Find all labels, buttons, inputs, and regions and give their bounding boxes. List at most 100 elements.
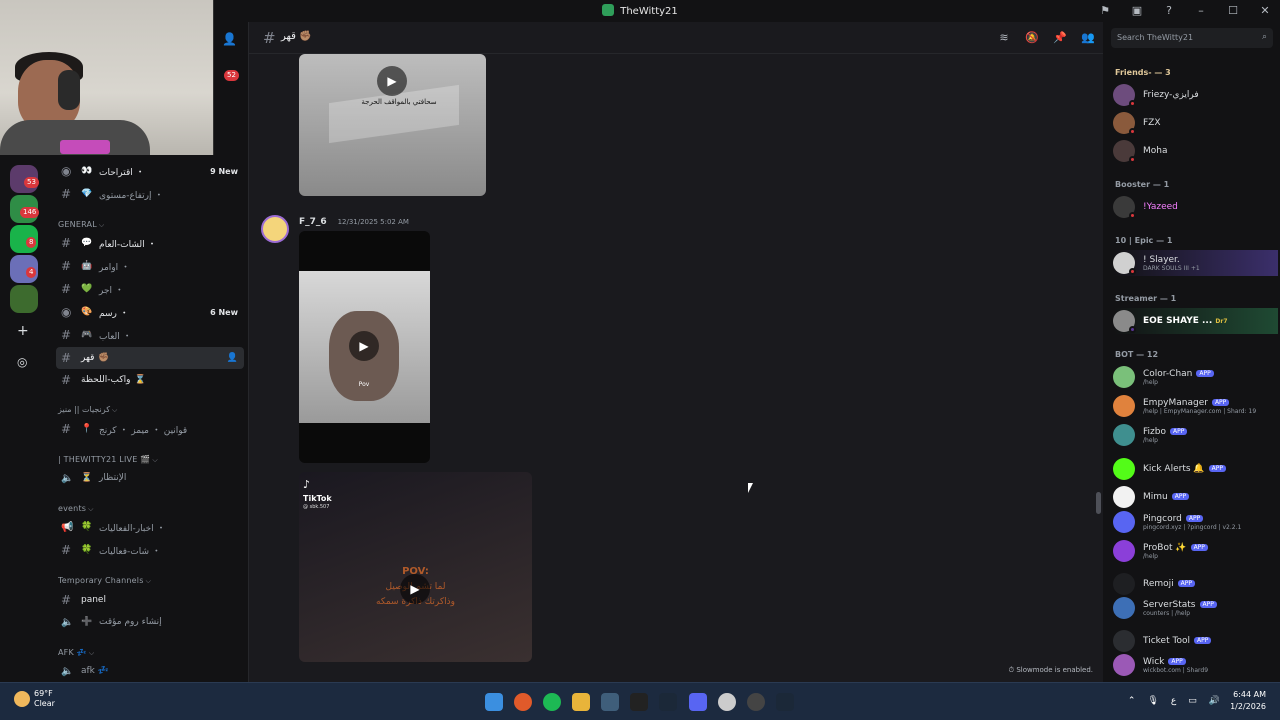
avatar [1113,654,1135,676]
category-memes[interactable]: كرنجيات || منيز ⌵ [58,405,117,415]
member-item[interactable]: ServerStats APP counters | /help [1113,595,1278,621]
category-general[interactable]: GENERAL ⌵ [58,220,104,230]
help-icon[interactable]: ? [1160,2,1178,20]
member-group-label: Streamer — 1 [1115,294,1177,303]
epic-icon[interactable] [630,693,648,711]
message-timestamp: 12/31/2025 5:02 AM [337,218,409,226]
play-icon[interactable]: ▶ [349,331,379,361]
channel-panel[interactable]: # panel [56,589,244,611]
network-icon[interactable]: ▭ [1188,696,1197,706]
category-afk[interactable]: AFK 💤 ⌵ [58,648,94,658]
volume-icon[interactable]: 🔊 [1209,696,1220,706]
avatar [1113,630,1135,652]
avatar [1113,573,1135,595]
clock[interactable]: 6:44 AM 1/2/2026 [1230,689,1266,713]
minimize-button[interactable]: – [1192,2,1210,20]
channel-event-chat[interactable]: # 🍀 شات-فعاليات ・ [56,539,244,561]
message-header: F_7_6 12/31/2025 5:02 AM [299,217,409,227]
channel-general-chat[interactable]: # 💬 الشات-العام ・ [56,232,244,254]
tiktok-label: TikTok [303,494,332,503]
video-attachment[interactable]: Pov ▶ [299,231,430,463]
mute-icon[interactable]: 🔕 [1024,30,1040,46]
message-author[interactable]: F_7_6 [299,217,327,227]
category-temporary[interactable]: Temporary Channels ⌵ [58,576,151,586]
screen-icon[interactable]: ▣ [1128,2,1146,20]
member-item[interactable]: EmpyManager APP/help | EmpyManager.com | … [1113,393,1278,419]
play-icon[interactable]: ▶ [400,574,430,604]
system-tray: ⌃ 🎙 ع ▭ 🔊 [1128,696,1220,706]
start-icon[interactable] [485,693,503,711]
member-item[interactable]: Fizbo APP/help [1113,422,1278,448]
channel-qahr-active[interactable]: # قهر ✊🏽 👤 [56,347,244,369]
discover-icon[interactable]: ◎ [17,355,27,369]
channel-levelup[interactable]: # 💎 إرتفاع-مستوى ・ [56,183,244,205]
hash-icon: # [61,187,72,201]
member-item[interactable]: Mimu APP [1113,484,1278,510]
friends-icon[interactable]: 👤 [222,32,237,46]
member-item[interactable]: Kick Alerts 🔔 APP [1113,456,1278,482]
slowmode-notice: ⏱ Slowmode is enabled. [1008,666,1093,674]
member-item[interactable]: Wick APP wickbot.com | Shard9 [1113,652,1278,678]
tiktok-icon: ♪ [303,478,311,491]
dm-column: 👤 52 [214,22,248,155]
channel-commands[interactable]: # 🤖 اوامر ・ [56,255,244,277]
explorer-icon[interactable] [572,693,590,711]
weather-widget[interactable]: 69°F Clear [14,689,55,709]
app-icon[interactable] [747,693,765,711]
steam-icon[interactable] [659,693,677,711]
play-icon[interactable]: ▶ [377,66,407,96]
server-list: 53 146 8 4 + ◎ [0,155,48,682]
video-attachment[interactable]: سحافتي بالمواقف الحرجة ▶ [299,54,486,196]
brave-icon[interactable] [514,693,532,711]
member-item[interactable]: Color-Chan APP/help [1113,364,1278,390]
obs-icon[interactable] [718,693,736,711]
members-icon[interactable]: 👥 [1080,30,1096,46]
maximize-button[interactable]: ☐ [1224,2,1242,20]
server-icon[interactable] [10,285,38,313]
add-server-icon[interactable]: + [17,323,29,339]
avatar [1113,486,1135,508]
channel-drawing[interactable]: ◉ 🎨 رسم ・ 6 New [56,301,244,323]
avatar [1113,511,1135,533]
voice-afk[interactable]: 🔈 afk 💤 [56,660,244,682]
spotify-icon[interactable] [543,693,561,711]
channel-reward[interactable]: # 💚 اجر ・ [56,278,244,300]
channel-suggestions[interactable]: ◉ 👀 اقتراحات ・ 9 New [56,160,244,182]
video-attachment[interactable]: ♪ TikTok @ sbk.507 POV: لما تشم الوصيل و… [299,472,532,662]
channel-moment[interactable]: # واكب-اللحظة ⌛ [56,369,244,391]
member-item[interactable]: Friezy-فرايزي [1113,82,1278,108]
category-live[interactable]: | THEWITTY21 LIVE 🎬 ⌵ [58,455,158,465]
category-events[interactable]: events ⌵ [58,504,94,514]
steam-icon[interactable] [776,693,794,711]
member-item[interactable]: FZX [1113,110,1278,136]
avatar [1113,597,1135,619]
announcement-icon: 📢 [61,521,74,533]
member-item[interactable]: EOE SHAYE ... Dr7 [1113,308,1278,334]
mic-icon[interactable]: 🎙 [1147,696,1158,706]
member-item[interactable]: Ticket Tool APP [1113,628,1278,654]
member-item[interactable]: Remoji APP [1113,571,1278,597]
scrollbar-thumb[interactable] [1096,492,1101,514]
inbox-icon[interactable]: ⚑ [1096,2,1114,20]
member-item[interactable]: !Yazeed [1113,194,1278,220]
add-member-icon[interactable]: 👤 [227,353,238,363]
chevron-up-icon[interactable]: ⌃ [1128,696,1136,706]
threads-icon[interactable]: ≋ [996,30,1012,46]
channel-rules-memes[interactable]: # 📍 قوانين ・ ميمز ・ كرنج [56,418,244,440]
member-item[interactable]: Moha [1113,138,1278,164]
member-item[interactable]: Pingcord APP pingcord.xyz | ?pingcord | v2… [1113,509,1278,535]
avatar[interactable] [261,215,289,243]
search-input[interactable]: Search TheWitty21 ⌕ [1111,28,1273,48]
member-item[interactable]: ! Slayer. DARK SOULS III +1 [1113,250,1278,276]
channel-games[interactable]: # 🎮 العاب ・ [56,324,244,346]
app-icon[interactable] [601,693,619,711]
close-button[interactable]: ✕ [1256,2,1274,20]
voice-waiting[interactable]: 🔈 ⏳ الإنتظار [56,467,244,489]
webcam-overlay [0,0,214,155]
voice-create-room[interactable]: 🔈 ➕ إنشاء روم مؤقت [56,611,244,633]
language-icon[interactable]: ع [1171,696,1176,706]
discord-icon[interactable] [689,693,707,711]
pin-icon[interactable]: 📌 [1052,30,1068,46]
member-item[interactable]: ProBot ✨ APP/help [1113,538,1278,564]
channel-event-news[interactable]: 📢 🍀 اخبار-الفعاليات ・ [56,516,244,538]
